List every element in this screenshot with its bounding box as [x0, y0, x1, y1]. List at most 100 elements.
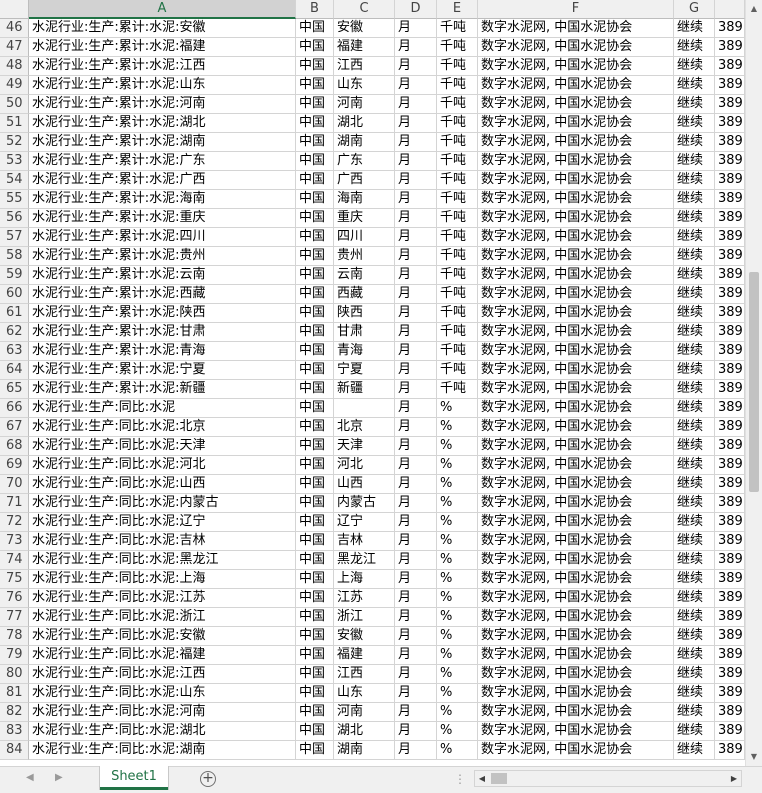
cell-col-b[interactable]: 中国 — [296, 323, 334, 342]
cell-col-d[interactable]: 月 — [395, 627, 437, 646]
column-header-h[interactable] — [715, 0, 745, 19]
cell-col-g[interactable]: 继续 — [674, 475, 715, 494]
vertical-scrollbar[interactable]: ▲ ▼ — [745, 0, 762, 766]
cell-col-c[interactable]: 云南 — [334, 266, 395, 285]
spreadsheet-grid[interactable]: ABCDEFG 46 水泥行业:生产:累计:水泥:安徽 中国 安徽月千吨 数字水泥网, … — [0, 0, 745, 766]
right-arrow-icon[interactable]: ▶ — [727, 771, 741, 786]
cell-col-b[interactable]: 中国 — [296, 209, 334, 228]
cell-col-h[interactable]: 389 — [715, 475, 745, 494]
cell-col-e[interactable]: 千吨 — [437, 19, 478, 38]
cell-col-g[interactable]: 继续 — [674, 703, 715, 722]
cell-col-f[interactable]: 数字水泥网, 中国水泥协会 — [478, 342, 674, 361]
cell-col-e[interactable]: 千吨 — [437, 361, 478, 380]
cell-col-a[interactable]: 水泥行业:生产:累计:水泥:云南 — [29, 266, 296, 285]
horizontal-scroll-thumb[interactable] — [491, 773, 507, 784]
row-number[interactable]: 48 — [0, 57, 29, 76]
cell-col-d[interactable]: 月 — [395, 532, 437, 551]
cell-col-b[interactable]: 中国 — [296, 171, 334, 190]
cell-col-f[interactable]: 数字水泥网, 中国水泥协会 — [478, 57, 674, 76]
cell-col-h[interactable]: 389 — [715, 418, 745, 437]
cell-col-h[interactable]: 389 — [715, 152, 745, 171]
cell-col-d[interactable]: 月 — [395, 285, 437, 304]
cell-col-a[interactable]: 水泥行业:生产:同比:水泥:山东 — [29, 684, 296, 703]
cell-col-e[interactable]: % — [437, 418, 478, 437]
cell-col-g[interactable]: 继续 — [674, 152, 715, 171]
cell-col-g[interactable]: 继续 — [674, 228, 715, 247]
cell-col-d[interactable]: 月 — [395, 570, 437, 589]
cell-col-d[interactable]: 月 — [395, 418, 437, 437]
cell-col-h[interactable]: 389 — [715, 684, 745, 703]
cell-col-d[interactable]: 月 — [395, 437, 437, 456]
cell-col-e[interactable]: 千吨 — [437, 76, 478, 95]
cell-col-a[interactable]: 水泥行业:生产:累计:水泥:贵州 — [29, 247, 296, 266]
cell-col-e[interactable]: % — [437, 665, 478, 684]
cell-col-b[interactable]: 中国 — [296, 304, 334, 323]
cell-col-f[interactable]: 数字水泥网, 中国水泥协会 — [478, 190, 674, 209]
cell-col-d[interactable]: 月 — [395, 456, 437, 475]
cell-col-e[interactable]: % — [437, 570, 478, 589]
cell-col-d[interactable]: 月 — [395, 551, 437, 570]
cell-col-h[interactable]: 389 — [715, 627, 745, 646]
cell-col-b[interactable]: 中国 — [296, 703, 334, 722]
cell-col-e[interactable]: 千吨 — [437, 342, 478, 361]
cell-col-e[interactable]: 千吨 — [437, 152, 478, 171]
cell-col-g[interactable]: 继续 — [674, 456, 715, 475]
cell-col-e[interactable]: % — [437, 475, 478, 494]
cell-col-d[interactable]: 月 — [395, 304, 437, 323]
cell-col-g[interactable]: 继续 — [674, 342, 715, 361]
cell-col-a[interactable]: 水泥行业:生产:累计:水泥:广东 — [29, 152, 296, 171]
cell-col-c[interactable]: 河南 — [334, 703, 395, 722]
cell-col-e[interactable]: % — [437, 494, 478, 513]
cell-col-f[interactable]: 数字水泥网, 中国水泥协会 — [478, 323, 674, 342]
cell-col-f[interactable]: 数字水泥网, 中国水泥协会 — [478, 285, 674, 304]
row-number[interactable]: 82 — [0, 703, 29, 722]
cell-col-c[interactable]: 广东 — [334, 152, 395, 171]
cell-col-a[interactable]: 水泥行业:生产:同比:水泥:安徽 — [29, 627, 296, 646]
cell-col-c[interactable]: 青海 — [334, 342, 395, 361]
cell-col-d[interactable]: 月 — [395, 171, 437, 190]
sheet-tab-sheet1[interactable]: Sheet1 — [100, 766, 168, 790]
row-number[interactable]: 49 — [0, 76, 29, 95]
cell-col-f[interactable]: 数字水泥网, 中国水泥协会 — [478, 133, 674, 152]
cell-col-f[interactable]: 数字水泥网, 中国水泥协会 — [478, 76, 674, 95]
cell-col-c[interactable]: 山东 — [334, 76, 395, 95]
left-arrow-icon[interactable]: ◀ — [475, 771, 489, 786]
cell-col-a[interactable]: 水泥行业:生产:累计:水泥:青海 — [29, 342, 296, 361]
cell-col-f[interactable]: 数字水泥网, 中国水泥协会 — [478, 437, 674, 456]
cell-col-b[interactable]: 中国 — [296, 551, 334, 570]
cell-col-a[interactable]: 水泥行业:生产:累计:水泥:四川 — [29, 228, 296, 247]
cell-col-c[interactable]: 北京 — [334, 418, 395, 437]
cell-col-c[interactable]: 上海 — [334, 570, 395, 589]
vertical-scroll-thumb[interactable] — [749, 272, 759, 492]
cell-col-f[interactable]: 数字水泥网, 中国水泥协会 — [478, 551, 674, 570]
cell-col-h[interactable]: 389 — [715, 513, 745, 532]
row-number[interactable]: 53 — [0, 152, 29, 171]
column-header-a[interactable]: A — [29, 0, 296, 19]
cell-col-h[interactable]: 389 — [715, 665, 745, 684]
select-all-corner[interactable] — [0, 0, 29, 19]
cell-col-g[interactable]: 继续 — [674, 399, 715, 418]
cell-col-e[interactable]: % — [437, 608, 478, 627]
row-number[interactable]: 58 — [0, 247, 29, 266]
cell-col-h[interactable]: 389 — [715, 304, 745, 323]
cell-col-f[interactable]: 数字水泥网, 中国水泥协会 — [478, 95, 674, 114]
cell-col-c[interactable]: 海南 — [334, 190, 395, 209]
column-header-d[interactable]: D — [395, 0, 437, 19]
cell-col-a[interactable]: 水泥行业:生产:累计:水泥:重庆 — [29, 209, 296, 228]
cell-col-e[interactable]: 千吨 — [437, 285, 478, 304]
cell-col-b[interactable]: 中国 — [296, 361, 334, 380]
cell-col-d[interactable]: 月 — [395, 589, 437, 608]
cell-col-c[interactable]: 宁夏 — [334, 361, 395, 380]
cell-col-b[interactable]: 中国 — [296, 228, 334, 247]
cell-col-c[interactable]: 内蒙古 — [334, 494, 395, 513]
row-number[interactable]: 83 — [0, 722, 29, 741]
cell-col-b[interactable]: 中国 — [296, 608, 334, 627]
cell-col-a[interactable]: 水泥行业:生产:累计:水泥:山东 — [29, 76, 296, 95]
cell-col-d[interactable]: 月 — [395, 684, 437, 703]
cell-col-g[interactable]: 继续 — [674, 741, 715, 760]
tab-options-icon[interactable]: ⋮ — [454, 772, 466, 786]
cell-col-a[interactable]: 水泥行业:生产:累计:水泥:海南 — [29, 190, 296, 209]
cell-col-a[interactable]: 水泥行业:生产:累计:水泥:新疆 — [29, 380, 296, 399]
cell-col-c[interactable]: 江苏 — [334, 589, 395, 608]
row-number[interactable]: 52 — [0, 133, 29, 152]
